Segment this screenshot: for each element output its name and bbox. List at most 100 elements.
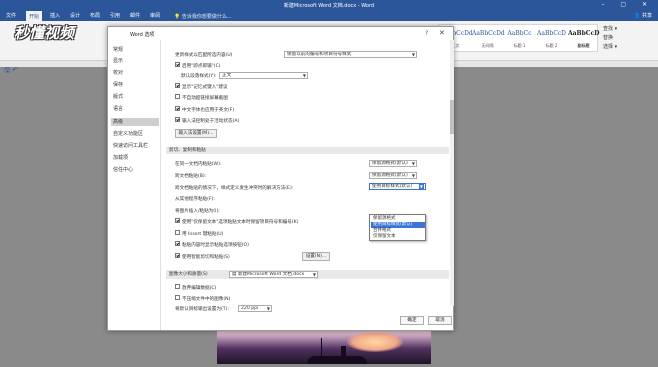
- cut-copy-paste-section: 剪切、复制和粘贴: [166, 147, 449, 154]
- cross-doc-select[interactable]: 保留源格式(默认) ▼: [369, 172, 417, 179]
- nav-item-save[interactable]: 保存: [111, 81, 159, 89]
- smart-cut-checkbox[interactable]: [175, 253, 180, 258]
- nav-item-proofing[interactable]: 校对: [111, 69, 159, 77]
- select-value: 使用目标样式(默认): [372, 184, 413, 189]
- style-label: 标题 2: [545, 43, 558, 48]
- smart-cut-label: 使用智能剪切和粘贴(S): [182, 255, 230, 260]
- hyperlink-row[interactable]: 不自动超链接屏幕截图: [175, 94, 228, 101]
- nav-item-layout[interactable]: 版式: [111, 93, 159, 101]
- nav-item-quick-access[interactable]: 快速访问工具栏: [111, 142, 159, 150]
- chevron-down-icon: ▼: [302, 73, 306, 78]
- styles-gallery[interactable]: AaBbCcDd 正文 AaBbCcDd 无间隔 AaBbCc 标题 1 AaBbCc…: [438, 24, 599, 52]
- click-and-type-row[interactable]: 启用"即点即输"(C): [175, 62, 221, 69]
- nav-item-advanced[interactable]: 高级: [111, 118, 159, 126]
- style-heading2[interactable]: AaBbCcD 标题 2: [536, 26, 567, 52]
- title-bar: 新建Microsoft Word 文档.docx - Word – ▢ ✕: [0, 0, 658, 10]
- image-figure: [321, 338, 322, 362]
- tab-references[interactable]: 引用: [110, 12, 120, 19]
- hyperlink-checkbox[interactable]: [175, 94, 180, 99]
- hyperlink-label: 不自动超链接屏幕截图: [182, 96, 228, 101]
- paste-options-row[interactable]: 粘贴内容时显示粘贴选项按钮(O): [175, 241, 249, 248]
- ribbon-tabs: 文件 开始 插入 设计 布局 引用 邮件 审阅 视图 帮助 💡 告诉我你想要做什…: [0, 10, 658, 21]
- keep-text-checkbox[interactable]: [175, 218, 180, 223]
- cancel-button[interactable]: 取消: [428, 316, 452, 325]
- undo-icon[interactable]: ↶: [12, 66, 18, 74]
- chevron-down-icon: ▼: [266, 306, 270, 311]
- dialog-title: Word 选项: [130, 32, 155, 38]
- style-sample: AaBbCcDd: [472, 30, 505, 37]
- default-ppi-label: 将默认目标输出设置为(T):: [175, 307, 229, 312]
- style-heading1[interactable]: AaBbCc 标题 1: [504, 26, 535, 52]
- autocomplete-label: 显示"记忆式键入"建议: [182, 85, 228, 90]
- chinese-font-checkbox[interactable]: [175, 106, 180, 111]
- chevron-down-icon: ▼: [411, 161, 415, 166]
- scrollbar-thumb[interactable]: [450, 100, 454, 134]
- select-value: 保留源格式(默认): [372, 161, 408, 166]
- tab-insert[interactable]: 插入: [50, 12, 60, 19]
- nav-item-addins[interactable]: 加载项: [111, 154, 159, 162]
- no-compress-checkbox[interactable]: [175, 295, 180, 300]
- same-doc-select[interactable]: 保留源格式(默认) ▼: [369, 160, 417, 167]
- numbering-style-select[interactable]: 保留以前的编号和项目符号样式 ▼: [284, 51, 417, 58]
- nav-item-trust-center[interactable]: 信任中心: [111, 166, 159, 174]
- help-icon[interactable]: ?: [425, 30, 428, 37]
- ime-settings-button[interactable]: 输入法设置(M)...: [175, 129, 217, 138]
- nav-item-general[interactable]: 常规: [111, 46, 159, 54]
- same-doc-label: 在同一文档内粘贴(W):: [175, 162, 222, 167]
- style-sample: AaBbCcD: [568, 30, 600, 37]
- click-type-checkbox[interactable]: [175, 62, 180, 67]
- nav-item-display[interactable]: 显示: [111, 57, 159, 65]
- select-button[interactable]: 选择 ▾: [603, 43, 617, 52]
- ime-control-row[interactable]: 输入法控制处于活动状态(A): [175, 117, 239, 124]
- replace-button[interactable]: 替换: [603, 34, 617, 43]
- ime-control-checkbox[interactable]: [175, 117, 180, 122]
- select-value: 220 ppi: [241, 306, 259, 311]
- tab-home[interactable]: 开始: [26, 11, 43, 21]
- default-para-select[interactable]: 正文 ▼: [219, 72, 308, 79]
- style-label: 标题 1: [513, 43, 526, 48]
- keep-text-row[interactable]: 使用"仅保留文本"选项粘贴文本时保留项目符号和编号(K): [175, 218, 298, 225]
- default-ppi-select[interactable]: 220 ppi ▼: [238, 305, 272, 312]
- insert-key-checkbox[interactable]: [175, 230, 180, 235]
- options-content: 更新样式以匹配所选内容(U) 保留以前的编号和项目符号样式 ▼ 启用"即点即输"(…: [166, 40, 449, 306]
- nav-item-language[interactable]: 语言: [111, 105, 159, 113]
- options-scrollbar[interactable]: [450, 40, 454, 306]
- select-value: 保留源格式(默认): [372, 173, 408, 178]
- dropdown-option[interactable]: 仅保留文本: [371, 234, 425, 240]
- conflict-select[interactable]: 使用目标样式(默认) ▼: [369, 183, 426, 190]
- discard-edit-checkbox[interactable]: [175, 284, 180, 289]
- paste-options-checkbox[interactable]: [175, 241, 180, 246]
- share-label: 共享: [641, 13, 652, 19]
- document-image[interactable]: [217, 326, 431, 364]
- discard-edit-row[interactable]: 放弃编辑数据(C): [175, 284, 216, 291]
- no-compress-row[interactable]: 不压缩文件中的图像(N): [175, 295, 230, 302]
- save-icon[interactable]: 🖫: [4, 66, 10, 74]
- autocomplete-row[interactable]: 显示"记忆式键入"建议: [175, 83, 228, 90]
- smart-cut-row[interactable]: 使用智能剪切和粘贴(S): [175, 253, 230, 260]
- default-para-label: 默认段落样式(Y):: [181, 74, 217, 79]
- tab-review[interactable]: 审阅: [150, 12, 160, 19]
- chinese-font-row[interactable]: 中文字体也应用于英文(F): [175, 106, 234, 113]
- window-controls[interactable]: – ▢ ✕: [601, 1, 654, 8]
- click-type-label: 启用"即点即输"(C): [182, 64, 221, 69]
- tab-mailings[interactable]: 邮件: [130, 12, 140, 19]
- style-no-spacing[interactable]: AaBbCcDd 无间隔: [472, 26, 505, 52]
- ok-button[interactable]: 确定: [400, 316, 424, 325]
- find-button[interactable]: 查找 ▾: [603, 25, 617, 34]
- select-value: 保留以前的编号和项目符号样式: [287, 52, 352, 57]
- paste-style-dropdown[interactable]: 保留源格式 使用目标样式(默认) 合并格式 仅保留文本: [369, 214, 426, 241]
- share-button[interactable]: 👤 共享: [634, 12, 652, 19]
- image-figure-2: [341, 346, 346, 360]
- tab-file[interactable]: 文件: [6, 12, 16, 19]
- tab-design[interactable]: 设计: [70, 12, 80, 19]
- insert-key-row[interactable]: 用 Insert 键粘贴(U): [175, 230, 223, 237]
- tab-layout[interactable]: 布局: [90, 12, 100, 19]
- tell-me-box[interactable]: 💡 告诉我你想要做什么...: [174, 13, 232, 20]
- autocomplete-checkbox[interactable]: [175, 83, 180, 88]
- style-subtitle[interactable]: AaBbCcD 副标题: [568, 26, 599, 52]
- select-value: 新建Microsoft Word 文档.docx: [237, 272, 305, 277]
- image-doc-select[interactable]: ▤ 新建Microsoft Word 文档.docx ▼: [229, 271, 318, 278]
- paste-settings-button[interactable]: 设置(N)...: [302, 252, 330, 261]
- close-icon[interactable]: ✕: [439, 29, 445, 37]
- nav-item-customize-ribbon[interactable]: 自定义功能区: [111, 130, 159, 138]
